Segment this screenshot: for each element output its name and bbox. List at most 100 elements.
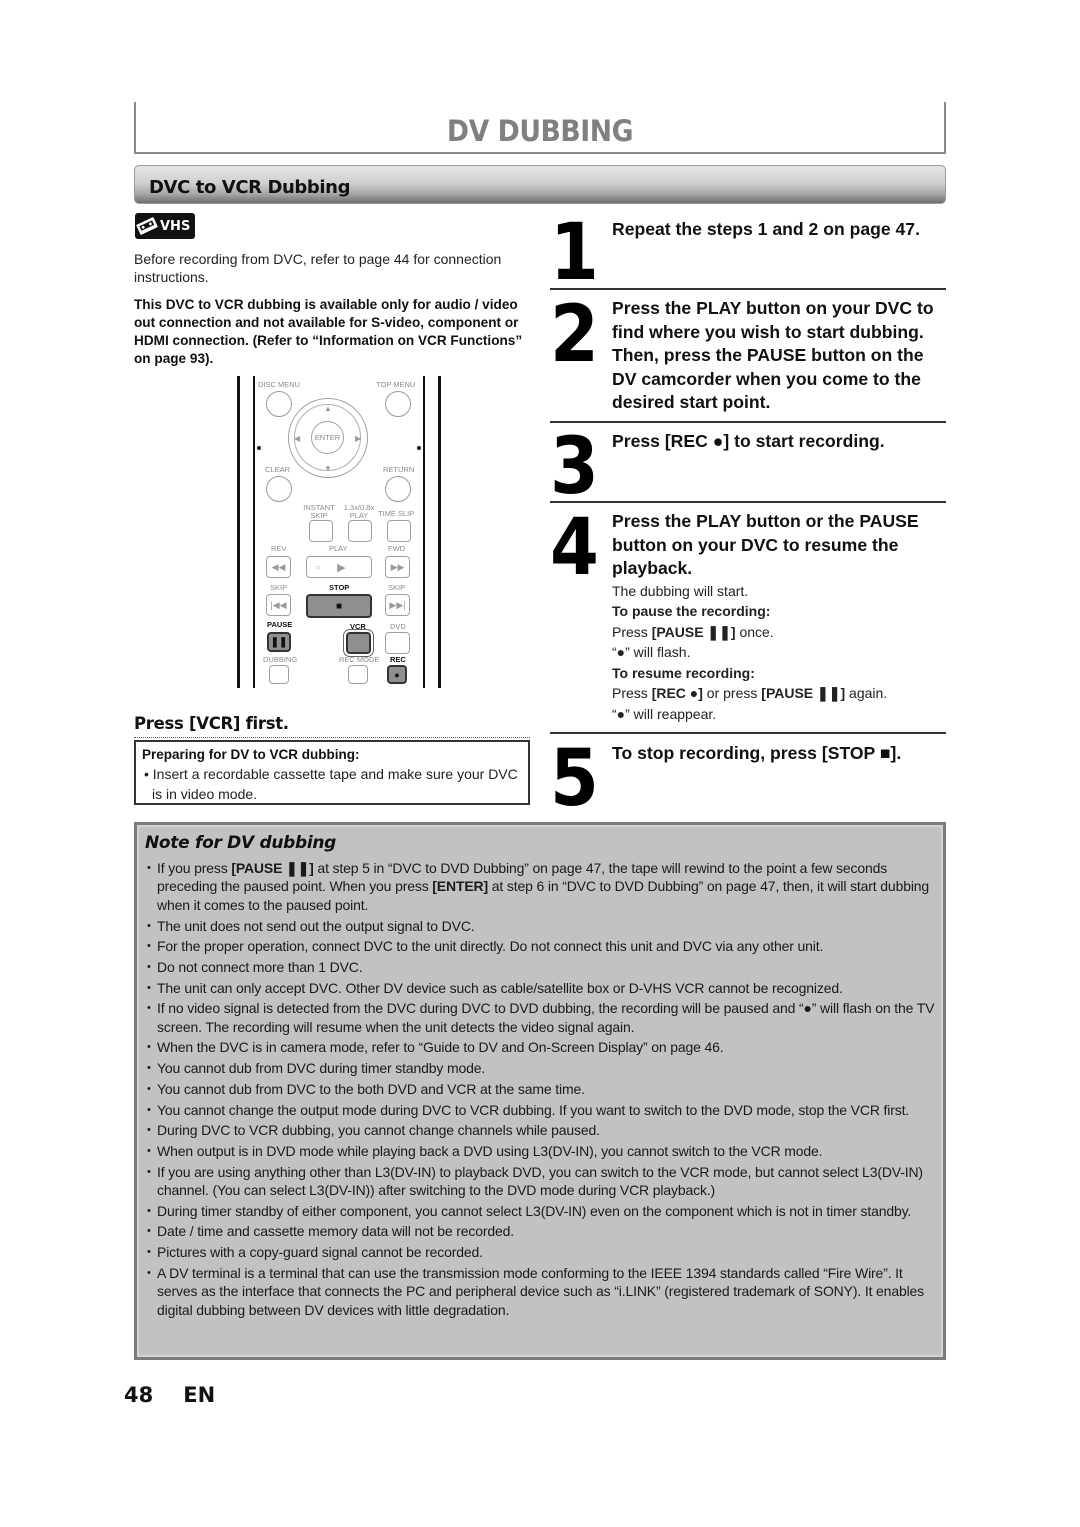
remote-edge [438,376,441,688]
step-text: Press the PLAY button on your DVC to fin… [612,298,934,412]
note-item: If you are using anything other than L3(… [145,1163,937,1200]
dvd-button [385,632,410,654]
label-time-slip: TIME SLIP [378,509,415,518]
step-number: 1 [550,208,599,298]
pause-icon: ❚❚ [270,636,288,648]
note-heading: Note for DV dubbing [145,833,337,853]
preparation-bullet: • Insert a recordable cassette tape and … [144,766,518,802]
rewind-icon: ◀◀ [271,561,286,572]
label-skip-back: SKIP [270,583,288,592]
step-text: Repeat the steps 1 and 2 on page 47. [612,219,920,239]
step-text: Press [REC ●] to start recording. [612,431,885,451]
pause-key: [PAUSE ❚❚] [761,685,846,702]
step-divider [550,421,946,423]
pause-key: [PAUSE ❚❚] [651,623,736,640]
label-skip-fwd: SKIP [388,583,406,592]
rec-button: ● [387,665,407,684]
rec-mode-button [348,665,368,684]
label-dubbing: DUBBING [263,655,298,664]
step-2: 2 Press the PLAY button on your DVC to f… [550,296,946,418]
note-item: The unit does not send out the output si… [145,917,937,936]
note-item: During DVC to VCR dubbing, you cannot ch… [145,1121,937,1140]
compatibility-warning: This DVC to VCR dubbing is available onl… [134,297,523,366]
step-number: 5 [550,734,599,824]
pause-flash-note: “●” will flash. [612,644,691,661]
label-rec: REC [390,655,406,664]
note-item: A DV terminal is a terminal that can use… [145,1264,937,1319]
step-number: 2 [550,290,599,380]
intro-text: Before recording from DVC, refer to page… [134,251,502,285]
preparation-box: Preparing for DV to VCR dubbing: • Inser… [134,740,530,805]
step-detail: The dubbing will start. [612,582,749,599]
note-item: During timer standby of either component… [145,1202,937,1221]
section-header: DVC to VCR Dubbing [134,165,946,204]
step-divider [550,732,946,734]
note-item: The unit can only accept DVC. Other DV d… [145,979,937,998]
rec-key: [REC ●] [651,685,703,702]
vcr-button [343,629,374,657]
arrow-up-icon: ▲ [324,404,332,413]
pause-heading: To pause the recording: [612,603,771,620]
note-item: When the DVC is in camera mode, refer to… [145,1038,937,1057]
divider [134,737,530,738]
language-code: EN [183,1383,216,1407]
dpad: ▲ ▼ ◀ ▶ ENTER [288,398,368,478]
play-icon: ▶ [337,561,346,574]
rev-button: ◀◀ [266,556,291,578]
play-button: ○ ▶ [306,556,372,578]
remote-side-dot [257,446,261,450]
label-clear: CLEAR [265,465,291,474]
label-disc-menu: DISC MENU [258,380,301,389]
label-play-speed: 1.3x/0.8x PLAY [343,503,375,520]
note-box: Note for DV dubbing If you press [PAUSE … [134,822,946,1360]
remote-control-illustration: DISC MENU TOP MENU ▲ ▼ ◀ ▶ ENTER CLEAR R… [237,376,441,688]
note-item: Do not connect more than 1 DVC. [145,958,937,977]
resume-instruction: Press [REC ●] or press [PAUSE ❚❚] again. [612,685,888,702]
step-text: To stop recording, press [STOP ■]. [612,743,902,763]
vhs-badge: VHS [135,213,195,239]
step-1: 1 Repeat the steps 1 and 2 on page 47. [550,214,946,292]
label-instant-skip: INSTANT SKIP [303,503,335,520]
arrow-right-icon: ▶ [355,434,362,443]
left-column: Before recording from DVC, refer to page… [134,250,534,368]
step-number: 3 [550,422,599,512]
disc-menu-button [266,391,292,417]
label-stop: STOP [329,583,350,592]
preparation-heading: Preparing for DV to VCR dubbing: [142,747,360,762]
vhs-cassette-icon [135,213,159,239]
dubbing-button [269,665,289,684]
remote-edge [237,376,240,688]
remote-side-dot [417,446,421,450]
note-item: You cannot change the output mode during… [145,1101,937,1120]
note-list: If you press [PAUSE ❚❚] at step 5 in “DV… [145,859,937,1321]
press-vcr-first: Press [VCR] first. [134,714,289,733]
note-item: Date / time and cassette memory data wil… [145,1222,937,1241]
resume-reappear-note: “●” will reappear. [612,706,717,723]
step-number: 4 [550,503,599,593]
fwd-button: ▶▶ [385,556,410,578]
step-heading: Press the PLAY button or the PAUSE butto… [612,511,919,578]
arrow-left-icon: ◀ [294,434,301,443]
step-divider [550,288,946,290]
page-title-frame: DV DUBBING [134,102,946,154]
note-item: When output is in DVD mode while playing… [145,1142,937,1161]
clear-button [266,476,292,502]
return-button [385,476,411,502]
step-4: 4 Press the PLAY button or the PAUSE but… [550,509,946,729]
note-item: Pictures with a copy-guard signal cannot… [145,1243,937,1262]
page-number: 48 [124,1383,154,1407]
page-title: DV DUBBING [446,114,634,148]
enter-button: ENTER [311,421,344,454]
label-rev: REV [271,544,287,553]
note-item: If you press [PAUSE ❚❚] at step 5 in “DV… [145,859,937,914]
resume-heading: To resume recording: [612,664,755,681]
label-fwd: FWD [388,544,406,553]
skip-fwd-icon: ▶▶| [389,599,406,610]
page-footer: 48 EN [124,1383,215,1407]
pause-instruction: Press [PAUSE ❚❚] once. [612,623,774,640]
label-dvd: DVD [390,622,406,631]
label-rec-mode: REC MODE [339,655,380,664]
fast-forward-icon: ▶▶ [390,561,405,572]
time-slip-button [387,520,411,542]
remote-edge [253,376,255,688]
